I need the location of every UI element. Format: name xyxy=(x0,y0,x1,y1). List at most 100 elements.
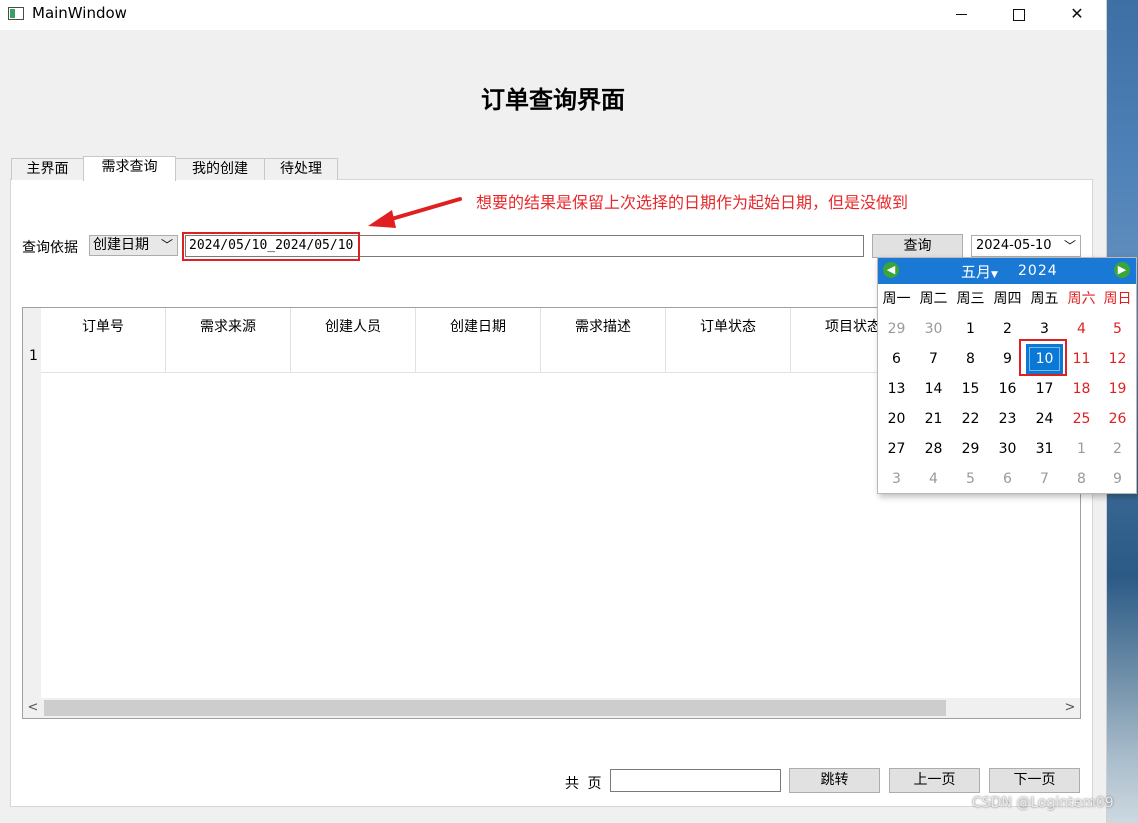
weekday-label: 周一 xyxy=(882,291,911,307)
annotation-text: 想要的结果是保留上次选择的日期作为起始日期，但是没做到 xyxy=(476,193,909,212)
calendar-week: 29 30 1 2 3 4 5 xyxy=(878,314,1136,344)
tab-demand-query[interactable]: 需求查询 xyxy=(83,156,176,181)
minimize-button[interactable] xyxy=(932,0,990,30)
calendar-day[interactable]: 2 xyxy=(989,314,1026,344)
calendar-day[interactable]: 7 xyxy=(1026,464,1063,494)
calendar-day[interactable]: 9 xyxy=(989,344,1026,374)
weekday-label: 周六 xyxy=(1067,291,1096,307)
calendar-day[interactable]: 6 xyxy=(989,464,1026,494)
total-pages-label: 共 页 xyxy=(565,776,604,792)
calendar-day[interactable]: 3 xyxy=(1026,314,1063,344)
close-icon: ✕ xyxy=(1070,4,1084,23)
tab-my-created[interactable]: 我的创建 xyxy=(175,158,265,180)
calendar-day[interactable]: 11 xyxy=(1063,344,1100,374)
table-cell-order-status[interactable]: 订单状态 xyxy=(666,308,791,373)
calendar-week: 20 21 22 23 24 25 26 xyxy=(878,404,1136,434)
prev-month-icon[interactable]: ◀ xyxy=(883,262,899,278)
calendar-day[interactable]: 27 xyxy=(878,434,915,464)
page-title: 订单查询界面 xyxy=(481,85,625,114)
calendar-day[interactable]: 9 xyxy=(1099,464,1136,494)
table-cell-creator[interactable]: 创建人员 xyxy=(291,308,416,373)
calendar-day[interactable]: 24 xyxy=(1026,404,1063,434)
calendar-day[interactable]: 30 xyxy=(989,434,1026,464)
date-edit-value: 2024-05-10 xyxy=(976,238,1052,253)
calendar-grid: 周一 周二 周三 周四 周五 周六 周日 29 30 1 2 3 4 5 6 7… xyxy=(878,284,1136,494)
chevron-down-icon[interactable]: ﹀ xyxy=(1064,236,1076,256)
title-bar: MainWindow ✕ xyxy=(0,0,1106,30)
weekday-label: 周日 xyxy=(1103,291,1132,307)
calendar-day[interactable]: 22 xyxy=(952,404,989,434)
table-cell-order-no[interactable]: 订单号 xyxy=(41,308,166,373)
calendar-day[interactable]: 17 xyxy=(1026,374,1063,404)
calendar-day[interactable]: 5 xyxy=(952,464,989,494)
calendar-day[interactable]: 4 xyxy=(915,464,952,494)
date-edit[interactable]: 2024-05-10 ﹀ xyxy=(971,235,1081,257)
scrollbar-thumb[interactable] xyxy=(44,700,946,716)
calendar-day[interactable]: 6 xyxy=(878,344,915,374)
query-basis-select[interactable]: 创建日期 ﹀ xyxy=(89,235,178,256)
calendar-day[interactable]: 1 xyxy=(952,314,989,344)
calendar-year[interactable]: 2024 xyxy=(1018,263,1058,279)
calendar-day-selected[interactable]: 10 xyxy=(1026,344,1063,374)
table-cell-demand-source[interactable]: 需求来源 xyxy=(166,308,291,373)
close-button[interactable]: ✕ xyxy=(1048,0,1106,30)
weekday-label: 周五 xyxy=(1030,291,1059,307)
calendar-day[interactable]: 20 xyxy=(878,404,915,434)
query-basis-label: 查询依据 xyxy=(22,240,78,256)
calendar-day[interactable]: 12 xyxy=(1099,344,1136,374)
calendar-day[interactable]: 19 xyxy=(1099,374,1136,404)
calendar-day[interactable]: 18 xyxy=(1063,374,1100,404)
calendar-day[interactable]: 23 xyxy=(989,404,1026,434)
calendar-week: 6 7 8 9 10 11 12 xyxy=(878,344,1136,374)
scroll-right-icon[interactable]: > xyxy=(1060,698,1080,718)
calendar-day[interactable]: 5 xyxy=(1099,314,1136,344)
page-number-input[interactable] xyxy=(610,769,781,792)
calendar-day[interactable]: 16 xyxy=(989,374,1026,404)
window-title: MainWindow xyxy=(32,4,127,22)
table-cell-create-date[interactable]: 创建日期 xyxy=(416,308,541,373)
calendar-day[interactable]: 21 xyxy=(915,404,952,434)
date-range-input[interactable]: 2024/05/10_2024/05/10 xyxy=(185,235,864,257)
prev-page-button[interactable]: 上一页 xyxy=(889,768,980,793)
horizontal-scrollbar[interactable]: < > xyxy=(23,698,1080,718)
calendar-day[interactable]: 8 xyxy=(952,344,989,374)
calendar-day[interactable]: 7 xyxy=(915,344,952,374)
tab-main[interactable]: 主界面 xyxy=(11,158,84,180)
table-cell-demand-desc[interactable]: 需求描述 xyxy=(541,308,666,373)
next-month-icon[interactable]: ▶ xyxy=(1114,262,1130,278)
calendar-week: 27 28 29 30 31 1 2 xyxy=(878,434,1136,464)
calendar-week: 3 4 5 6 7 8 9 xyxy=(878,464,1136,494)
calendar-day[interactable]: 31 xyxy=(1026,434,1063,464)
calendar-month: 五月 xyxy=(961,263,992,281)
calendar-month-button[interactable]: 五月▼ xyxy=(961,261,998,282)
calendar-day[interactable]: 29 xyxy=(878,314,915,344)
calendar-day[interactable]: 2 xyxy=(1099,434,1136,464)
calendar-day[interactable]: 8 xyxy=(1063,464,1100,494)
tab-pending[interactable]: 待处理 xyxy=(264,158,338,180)
scroll-left-icon[interactable]: < xyxy=(23,698,43,718)
jump-button[interactable]: 跳转 xyxy=(789,768,880,793)
calendar-day[interactable]: 26 xyxy=(1099,404,1136,434)
calendar-navigation: ◀ 五月▼ 2024 ▶ xyxy=(878,258,1136,284)
weekday-label: 周二 xyxy=(919,291,948,307)
calendar-popup: ◀ 五月▼ 2024 ▶ 周一 周二 周三 周四 周五 周六 周日 29 30 … xyxy=(877,257,1137,494)
calendar-day[interactable]: 15 xyxy=(952,374,989,404)
chevron-down-icon: ▼ xyxy=(991,270,998,280)
calendar-day[interactable]: 3 xyxy=(878,464,915,494)
maximize-button[interactable] xyxy=(990,0,1048,30)
calendar-day[interactable]: 1 xyxy=(1063,434,1100,464)
row-number[interactable]: 1 xyxy=(29,348,38,364)
calendar-day[interactable]: 13 xyxy=(878,374,915,404)
calendar-day[interactable]: 4 xyxy=(1063,314,1100,344)
calendar-day[interactable]: 14 xyxy=(915,374,952,404)
app-icon xyxy=(8,7,24,20)
minimize-icon xyxy=(955,14,967,15)
annotation-arrow-icon xyxy=(368,197,462,228)
query-button[interactable]: 查询 xyxy=(872,234,963,258)
next-page-button[interactable]: 下一页 xyxy=(989,768,1080,793)
calendar-day[interactable]: 29 xyxy=(952,434,989,464)
watermark-text: CSDN @Logintem09 xyxy=(972,795,1114,811)
calendar-day[interactable]: 25 xyxy=(1063,404,1100,434)
calendar-day[interactable]: 30 xyxy=(915,314,952,344)
calendar-day[interactable]: 28 xyxy=(915,434,952,464)
